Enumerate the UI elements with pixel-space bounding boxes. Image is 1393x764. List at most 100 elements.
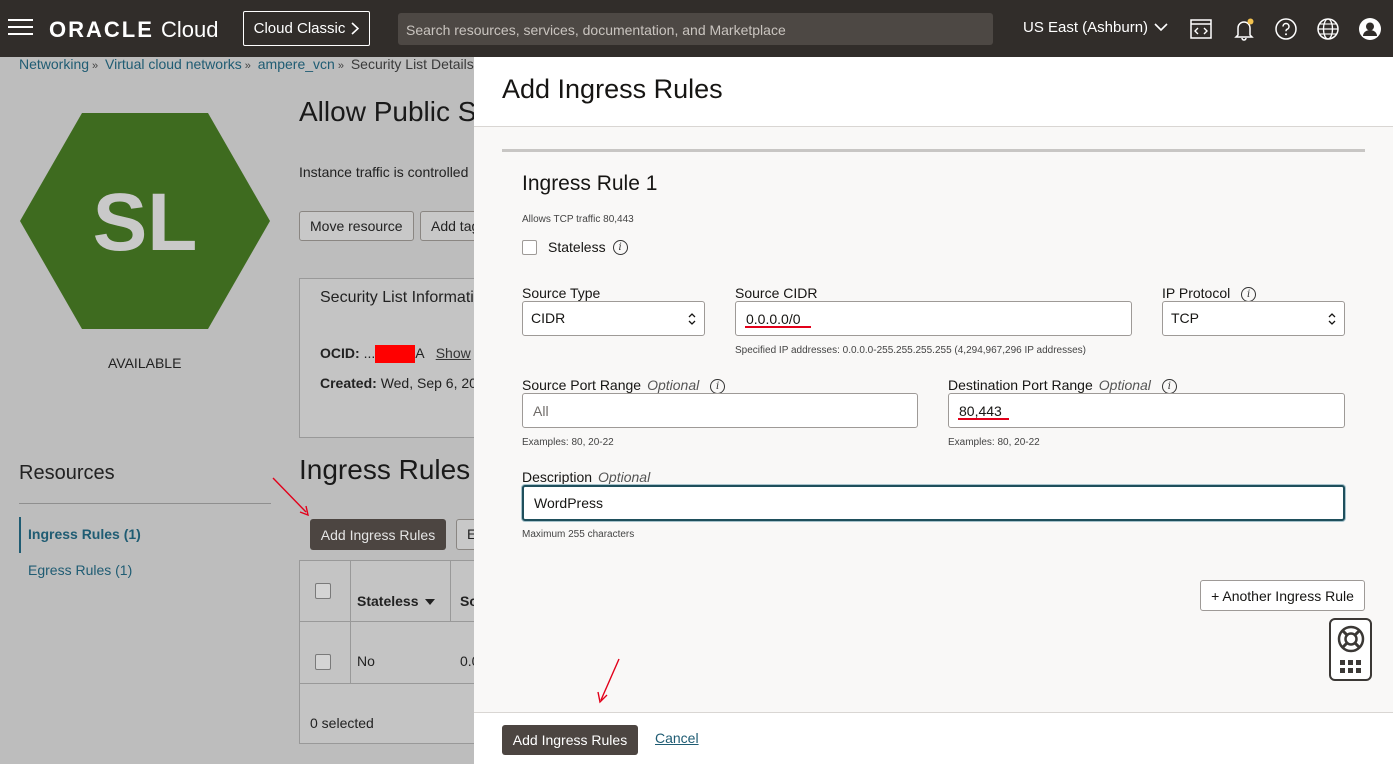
source-port-label: Source Port Range (522, 377, 642, 393)
ip-protocol-info-icon[interactable]: i (1241, 286, 1257, 302)
chevron-right-icon (351, 22, 360, 35)
menu-icon[interactable] (8, 19, 33, 37)
created-label: Created: (320, 375, 377, 391)
source-type-value: CIDR (531, 310, 566, 326)
select-arrows-icon (688, 313, 696, 325)
ocid-label: OCID: (320, 345, 360, 361)
description-optional: Optional (598, 469, 651, 485)
ocid-show-link[interactable]: Show (436, 345, 471, 361)
redaction-box (375, 345, 416, 364)
annotation-underline-cidr (745, 326, 811, 328)
ip-protocol-label-row: IP Protocol i (1162, 285, 1257, 302)
ip-protocol-select[interactable]: TCP (1162, 301, 1345, 336)
source-cidr-input[interactable]: 0.0.0.0/0 (735, 301, 1132, 336)
source-port-optional: Optional (647, 377, 700, 393)
description-label: Description (522, 469, 593, 485)
ocid-row: OCID: ...A Show C (320, 345, 493, 364)
source-port-input[interactable]: All (522, 393, 918, 428)
cloud-classic-button[interactable]: Cloud Classic (243, 11, 370, 46)
source-port-hint: Examples: 80, 20-22 (522, 437, 614, 448)
source-cidr-label: Source CIDR (735, 285, 818, 301)
stateless-label: Stateless (548, 239, 606, 255)
move-resource-button[interactable]: Move resource (299, 211, 414, 241)
dest-port-hint: Examples: 80, 20-22 (948, 437, 1040, 448)
description-hint: Maximum 255 characters (522, 529, 635, 540)
cloud-classic-label: Cloud Classic (253, 20, 346, 37)
search-input[interactable]: Search resources, services, documentatio… (398, 13, 993, 45)
stateless-header-label: Stateless (357, 593, 419, 609)
brand-oracle: ORACLE (49, 17, 154, 42)
ingress-rules-table: Stateless So No 0.0 0 selected (299, 560, 500, 744)
language-globe-icon[interactable] (1316, 17, 1340, 41)
resource-ingress-rules[interactable]: Ingress Rules (1) (28, 526, 141, 542)
ip-protocol-label: IP Protocol (1162, 285, 1231, 301)
ocid-tail: A (415, 345, 424, 361)
resources-divider (19, 503, 271, 504)
annotation-underline-port (958, 418, 1009, 420)
stateless-option: Stateless i (522, 239, 628, 255)
sort-down-icon (425, 599, 436, 606)
source-port-info-icon[interactable]: i (710, 378, 726, 394)
description-label-row: Description Optional (522, 469, 650, 485)
chevron-down-icon (1154, 23, 1168, 32)
another-ingress-rule-button[interactable]: + Another Ingress Rule (1200, 580, 1365, 611)
row-checkbox[interactable] (315, 654, 331, 670)
help-widget[interactable] (1329, 618, 1372, 681)
page-title: Allow Public S (299, 96, 477, 127)
rule-title: Ingress Rule 1 (522, 172, 658, 195)
stateless-info-icon[interactable]: i (612, 239, 628, 255)
stateless-column-header[interactable]: Stateless (357, 593, 436, 609)
status-label: AVAILABLE (108, 355, 182, 371)
brand-cloud: Cloud (161, 17, 219, 42)
dest-port-label-row: Destination Port Range Optional i (948, 377, 1177, 394)
help-icon[interactable] (1274, 17, 1298, 41)
region-label: US East (Ashburn) (1023, 19, 1149, 36)
breadcrumb-current: Security List Details (350, 56, 474, 72)
region-selector[interactable]: US East (Ashburn) (1023, 19, 1168, 36)
bg-add-ingress-rules-button[interactable]: Add Ingress Rules (310, 519, 446, 550)
drawer-title: Add Ingress Rules (502, 74, 723, 104)
row-stateless-value: No (357, 653, 375, 669)
stateless-checkbox[interactable] (522, 239, 537, 255)
breadcrumb-vcns[interactable]: Virtual cloud networks (105, 56, 242, 72)
cancel-link[interactable]: Cancel (655, 730, 699, 746)
drawer-body: Ingress Rule 1 Allows TCP traffic 80,443… (474, 127, 1393, 712)
dest-port-info-icon[interactable]: i (1161, 378, 1177, 394)
source-port-label-row: Source Port Range Optional i (522, 377, 726, 394)
search-placeholder: Search resources, services, documentatio… (406, 22, 786, 38)
notifications-bell-icon[interactable] (1232, 17, 1256, 41)
select-all-checkbox[interactable] (315, 583, 331, 599)
security-list-hexagon-icon: SL (20, 113, 270, 329)
resource-egress-rules[interactable]: Egress Rules (1) (28, 562, 132, 578)
ip-protocol-value: TCP (1171, 310, 1199, 326)
source-cidr-value: 0.0.0.0/0 (746, 311, 801, 327)
lifebuoy-icon (1337, 625, 1365, 653)
dest-port-input[interactable]: 80,443 (948, 393, 1345, 428)
created-value: Wed, Sep 6, 20 (380, 375, 477, 391)
ocid-value: ... (363, 345, 376, 361)
info-panel-title: Security List Informati (320, 289, 474, 306)
code-editor-icon[interactable] (1189, 17, 1213, 41)
drawer-footer: Add Ingress Rules Cancel (474, 712, 1393, 764)
resources-active-indicator (19, 517, 21, 553)
source-port-placeholder: All (533, 403, 549, 419)
resources-title: Resources (19, 462, 115, 484)
breadcrumb-vcn[interactable]: ampere_vcn (258, 56, 335, 72)
dest-port-optional: Optional (1098, 377, 1151, 393)
oracle-cloud-logo[interactable]: ORACLE Cloud (49, 17, 219, 43)
description-input[interactable]: WordPress (522, 485, 1345, 521)
source-cidr-hint: Specified IP addresses: 0.0.0.0-255.255.… (735, 345, 1086, 356)
security-list-info-panel: Security List Informati OCID: ... A Show … (299, 278, 499, 438)
breadcrumb-networking[interactable]: Networking (19, 56, 89, 72)
user-profile-icon[interactable] (1358, 17, 1382, 41)
created-row: Created: Wed, Sep 6, 20 (320, 375, 477, 391)
source-type-label: Source Type (522, 285, 601, 301)
hex-initials: SL (93, 177, 198, 268)
add-ingress-rules-submit-button[interactable]: Add Ingress Rules (502, 725, 638, 755)
add-tags-button[interactable]: Add tag (420, 211, 480, 241)
dest-port-label: Destination Port Range (948, 377, 1093, 393)
source-type-select[interactable]: CIDR (522, 301, 705, 336)
top-bar: ORACLE Cloud Cloud Classic Search resour… (0, 0, 1393, 57)
selected-count: 0 selected (310, 715, 374, 731)
apps-grid-icon (1340, 660, 1361, 673)
